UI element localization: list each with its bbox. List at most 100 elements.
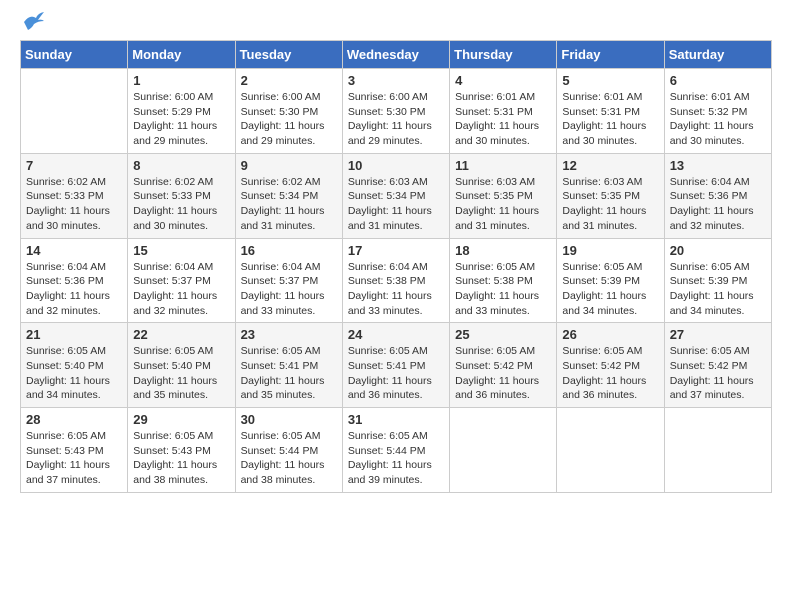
day-number: 1 (133, 73, 229, 88)
day-number: 22 (133, 327, 229, 342)
day-number: 29 (133, 412, 229, 427)
calendar-cell (664, 408, 771, 493)
calendar-cell: 28 Sunrise: 6:05 AMSunset: 5:43 PMDayligh… (21, 408, 128, 493)
calendar-cell: 5Sunrise: 6:01 AMSunset: 5:31 PMDaylight… (557, 69, 664, 154)
calendar-cell: 26 Sunrise: 6:05 AMSunset: 5:42 PMDayligh… (557, 323, 664, 408)
calendar-cell: 20 Sunrise: 6:05 AMSunset: 5:39 PMDayligh… (664, 238, 771, 323)
day-number: 14 (26, 243, 122, 258)
day-number: 28 (26, 412, 122, 427)
calendar-cell: 8 Sunrise: 6:02 AMSunset: 5:33 PMDaylight… (128, 153, 235, 238)
day-number: 25 (455, 327, 551, 342)
day-number: 8 (133, 158, 229, 173)
day-number: 12 (562, 158, 658, 173)
day-number: 31 (348, 412, 444, 427)
day-number: 6 (670, 73, 766, 88)
day-info: Sunrise: 6:02 AMSunset: 5:34 PMDaylight:… (241, 175, 337, 234)
day-info: Sunrise: 6:03 AMSunset: 5:35 PMDaylight:… (455, 175, 551, 234)
day-number: 5 (562, 73, 658, 88)
day-info: Sunrise: 6:05 AMSunset: 5:42 PMDaylight:… (670, 344, 766, 403)
calendar-cell: 22 Sunrise: 6:05 AMSunset: 5:40 PMDayligh… (128, 323, 235, 408)
calendar-cell: 31 Sunrise: 6:05 AMSunset: 5:44 PMDayligh… (342, 408, 449, 493)
day-info: Sunrise: 6:04 AMSunset: 5:36 PMDaylight:… (26, 260, 122, 319)
day-info: Sunrise: 6:05 AMSunset: 5:38 PMDaylight:… (455, 260, 551, 319)
day-number: 9 (241, 158, 337, 173)
day-info: Sunrise: 6:05 AMSunset: 5:44 PMDaylight:… (348, 429, 444, 488)
weekday-header: Sunday (21, 41, 128, 69)
day-info: Sunrise: 6:02 AMSunset: 5:33 PMDaylight:… (133, 175, 229, 234)
day-info: Sunrise: 6:01 AMSunset: 5:31 PMDaylight:… (455, 90, 551, 149)
day-info: Sunrise: 6:05 AMSunset: 5:42 PMDaylight:… (562, 344, 658, 403)
day-info: Sunrise: 6:05 AMSunset: 5:43 PMDaylight:… (133, 429, 229, 488)
calendar-cell: 10 Sunrise: 6:03 AMSunset: 5:34 PMDayligh… (342, 153, 449, 238)
calendar-cell: 13 Sunrise: 6:04 AMSunset: 5:36 PMDayligh… (664, 153, 771, 238)
day-info: Sunrise: 6:04 AMSunset: 5:36 PMDaylight:… (670, 175, 766, 234)
day-info: Sunrise: 6:05 AMSunset: 5:44 PMDaylight:… (241, 429, 337, 488)
calendar-cell: 7Sunrise: 6:02 AMSunset: 5:33 PMDaylight… (21, 153, 128, 238)
calendar-cell: 30 Sunrise: 6:05 AMSunset: 5:44 PMDayligh… (235, 408, 342, 493)
calendar-week-row: 7 Sunrise: 6:02 AMSunset: 5:33 PMDaylight… (21, 153, 772, 238)
day-info: Sunrise: 6:04 AMSunset: 5:37 PMDaylight:… (133, 260, 229, 319)
day-number: 4 (455, 73, 551, 88)
calendar-week-row: 1 Sunrise: 6:00 AMSunset: 5:29 PMDaylight… (21, 69, 772, 154)
calendar-cell: 1 Sunrise: 6:00 AMSunset: 5:29 PMDaylight… (128, 69, 235, 154)
weekday-header: Friday (557, 41, 664, 69)
day-info: Sunrise: 6:05 AMSunset: 5:41 PMDaylight:… (241, 344, 337, 403)
day-info: Sunrise: 6:05 AMSunset: 5:43 PMDaylight:… (26, 429, 122, 488)
calendar-cell (21, 69, 128, 154)
day-number: 3 (348, 73, 444, 88)
day-number: 27 (670, 327, 766, 342)
calendar-cell: 19 Sunrise: 6:05 AMSunset: 5:39 PMDayligh… (557, 238, 664, 323)
day-info: Sunrise: 6:05 AMSunset: 5:39 PMDaylight:… (562, 260, 658, 319)
calendar-cell: 2Sunrise: 6:00 AMSunset: 5:30 PMDaylight… (235, 69, 342, 154)
calendar-cell: 15 Sunrise: 6:04 AMSunset: 5:37 PMDayligh… (128, 238, 235, 323)
weekday-header: Thursday (450, 41, 557, 69)
calendar-cell: 21 Sunrise: 6:05 AMSunset: 5:40 PMDayligh… (21, 323, 128, 408)
day-number: 15 (133, 243, 229, 258)
day-info: Sunrise: 6:05 AMSunset: 5:40 PMDaylight:… (133, 344, 229, 403)
calendar-week-row: 14 Sunrise: 6:04 AMSunset: 5:36 PMDayligh… (21, 238, 772, 323)
day-number: 11 (455, 158, 551, 173)
day-number: 13 (670, 158, 766, 173)
day-info: Sunrise: 6:04 AMSunset: 5:37 PMDaylight:… (241, 260, 337, 319)
calendar-cell: 27 Sunrise: 6:05 AMSunset: 5:42 PMDayligh… (664, 323, 771, 408)
day-number: 21 (26, 327, 122, 342)
weekday-header: Monday (128, 41, 235, 69)
day-info: Sunrise: 6:03 AMSunset: 5:35 PMDaylight:… (562, 175, 658, 234)
day-number: 20 (670, 243, 766, 258)
day-info: Sunrise: 6:00 AMSunset: 5:29 PMDaylight:… (133, 90, 229, 149)
day-number: 30 (241, 412, 337, 427)
calendar-cell: 11 Sunrise: 6:03 AMSunset: 5:35 PMDayligh… (450, 153, 557, 238)
calendar-cell: 3 Sunrise: 6:00 AMSunset: 5:30 PMDaylight… (342, 69, 449, 154)
calendar-cell: 18 Sunrise: 6:05 AMSunset: 5:38 PMDayligh… (450, 238, 557, 323)
logo (20, 20, 44, 30)
calendar-cell: 25 Sunrise: 6:05 AMSunset: 5:42 PMDayligh… (450, 323, 557, 408)
weekday-header: Wednesday (342, 41, 449, 69)
day-info: Sunrise: 6:03 AMSunset: 5:34 PMDaylight:… (348, 175, 444, 234)
calendar-cell: 17Sunrise: 6:04 AMSunset: 5:38 PMDayligh… (342, 238, 449, 323)
day-number: 2 (241, 73, 337, 88)
day-number: 18 (455, 243, 551, 258)
calendar-table: SundayMondayTuesdayWednesdayThursdayFrid… (20, 40, 772, 493)
day-number: 10 (348, 158, 444, 173)
day-info: Sunrise: 6:00 AMSunset: 5:30 PMDaylight:… (348, 90, 444, 149)
calendar-cell: 12 Sunrise: 6:03 AMSunset: 5:35 PMDayligh… (557, 153, 664, 238)
day-info: Sunrise: 6:05 AMSunset: 5:39 PMDaylight:… (670, 260, 766, 319)
day-number: 24 (348, 327, 444, 342)
day-number: 26 (562, 327, 658, 342)
day-info: Sunrise: 6:05 AMSunset: 5:42 PMDaylight:… (455, 344, 551, 403)
calendar-cell: 14 Sunrise: 6:04 AMSunset: 5:36 PMDayligh… (21, 238, 128, 323)
weekday-header: Saturday (664, 41, 771, 69)
day-number: 7 (26, 158, 122, 173)
calendar-cell (450, 408, 557, 493)
weekday-header: Tuesday (235, 41, 342, 69)
calendar-cell: 6 Sunrise: 6:01 AMSunset: 5:32 PMDaylight… (664, 69, 771, 154)
page-header (20, 20, 772, 30)
calendar-cell: 4 Sunrise: 6:01 AMSunset: 5:31 PMDaylight… (450, 69, 557, 154)
calendar-cell: 29 Sunrise: 6:05 AMSunset: 5:43 PMDayligh… (128, 408, 235, 493)
day-info: Sunrise: 6:05 AMSunset: 5:40 PMDaylight:… (26, 344, 122, 403)
day-number: 19 (562, 243, 658, 258)
calendar-cell: 9 Sunrise: 6:02 AMSunset: 5:34 PMDaylight… (235, 153, 342, 238)
calendar-cell: 16Sunrise: 6:04 AMSunset: 5:37 PMDayligh… (235, 238, 342, 323)
day-info: Sunrise: 6:04 AMSunset: 5:38 PMDaylight:… (348, 260, 444, 319)
day-info: Sunrise: 6:01 AMSunset: 5:32 PMDaylight:… (670, 90, 766, 149)
